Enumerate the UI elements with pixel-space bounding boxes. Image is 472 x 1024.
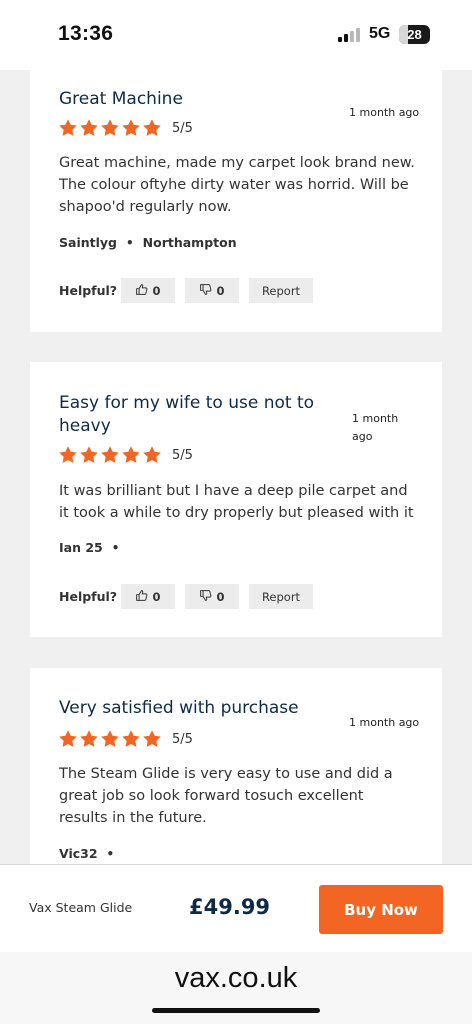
star-icon [121, 118, 141, 138]
helpful-label: Helpful? [59, 589, 118, 604]
report-button[interactable]: Report [249, 278, 313, 303]
star-icon [79, 729, 99, 749]
helpful-row: Helpful? 0 0 Report [59, 278, 313, 303]
author-name: Ian 25 [59, 540, 103, 555]
review-body: Great machine, made my carpet look brand… [59, 155, 415, 215]
star-rating: 5/5 [58, 729, 193, 749]
review-card: Easy for my wife to use not to heavy 1 m… [30, 362, 442, 637]
browser-address-bar[interactable]: vax.co.uk [0, 952, 472, 1024]
separator-dot: • [125, 235, 134, 250]
helpful-yes-button[interactable]: 0 [121, 278, 175, 303]
buy-now-button[interactable]: Buy Now [319, 885, 443, 934]
star-icon [58, 118, 78, 138]
review-card: Great Machine 1 month ago 5/5 Great mach… [30, 70, 442, 332]
review-date: 1 month ago [349, 106, 420, 119]
star-icon [58, 729, 78, 749]
helpful-row: Helpful? 0 0 Report [59, 584, 313, 609]
home-indicator[interactable] [152, 1008, 320, 1013]
battery-percentage: 28 [407, 27, 422, 42]
report-button[interactable]: Report [249, 584, 313, 609]
star-icon [142, 729, 162, 749]
signal-strength-icon [338, 28, 362, 42]
review-title: Great Machine [59, 89, 183, 109]
helpful-label: Helpful? [59, 283, 118, 298]
network-type: 5G [369, 25, 391, 42]
thumbs-down-icon [199, 283, 216, 299]
author-name: Saintlyg [59, 235, 117, 250]
review-date: 1 month ago [349, 716, 420, 729]
review-author: Ian 25 • [59, 540, 128, 555]
star-icon [79, 445, 99, 465]
author-name: Vic32 [59, 846, 98, 861]
author-location: Northampton [142, 235, 237, 250]
star-icon [58, 445, 78, 465]
star-rating: 5/5 [58, 118, 193, 138]
helpful-yes-button[interactable]: 0 [121, 584, 175, 609]
helpful-no-button[interactable]: 0 [185, 584, 239, 609]
star-icon [142, 445, 162, 465]
review-author: Saintlyg • Northampton [59, 235, 237, 250]
status-bar: 13:36 5G 28 [0, 0, 472, 70]
thumbs-down-icon [199, 589, 216, 605]
review-date: 1 month ago [352, 412, 399, 443]
thumbs-up-icon [135, 283, 152, 299]
review-title: Very satisfied with purchase [59, 698, 299, 718]
review-title: Easy for my wife to use not to heavy [59, 393, 315, 436]
helpful-no-count: 0 [216, 283, 225, 298]
product-price: £49.99 [189, 895, 271, 919]
star-icon [100, 729, 120, 749]
battery-icon: 28 [399, 25, 430, 44]
helpful-no-count: 0 [216, 589, 225, 604]
rating-score: 5/5 [172, 120, 193, 136]
review-card: Very satisfied with purchase 1 month ago… [30, 668, 442, 868]
separator-dot: • [106, 846, 115, 861]
helpful-yes-count: 0 [152, 589, 161, 604]
rating-score: 5/5 [172, 447, 193, 463]
separator-dot: • [111, 540, 120, 555]
helpful-no-button[interactable]: 0 [185, 278, 239, 303]
review-author: Vic32 • [59, 846, 123, 861]
star-icon [100, 445, 120, 465]
thumbs-up-icon [135, 589, 152, 605]
star-icon [142, 118, 162, 138]
star-rating: 5/5 [58, 445, 193, 465]
rating-score: 5/5 [172, 731, 193, 747]
helpful-yes-count: 0 [152, 283, 161, 298]
star-icon [100, 118, 120, 138]
purchase-bar: Vax Steam Glide £49.99 Buy Now [0, 864, 472, 952]
review-body: It was brilliant but I have a deep pile … [59, 483, 414, 521]
url-text[interactable]: vax.co.uk [0, 962, 472, 995]
product-name: Vax Steam Glide [29, 900, 133, 915]
star-icon [79, 118, 99, 138]
star-icon [121, 729, 141, 749]
star-icon [121, 445, 141, 465]
review-body: The Steam Glide is very easy to use and … [59, 766, 393, 826]
status-time: 13:36 [58, 22, 114, 45]
